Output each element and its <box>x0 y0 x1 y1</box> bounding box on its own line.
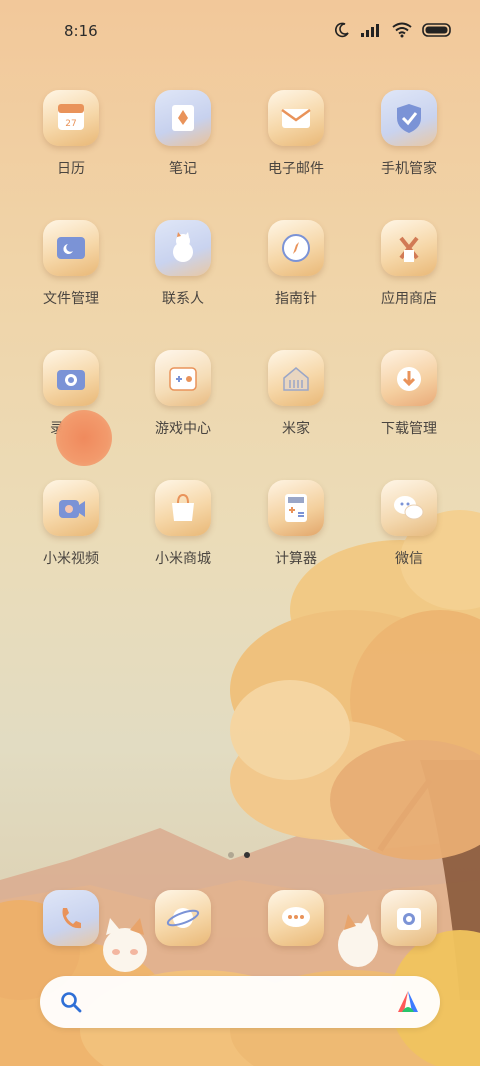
gamepad-icon <box>155 350 211 406</box>
app-label: 指南针 <box>275 291 317 307</box>
app-calculator[interactable]: 计算器 <box>246 480 346 568</box>
compass-icon <box>268 220 324 276</box>
dock-camera[interactable] <box>359 890 459 946</box>
notes-icon <box>155 90 211 146</box>
home-icon <box>268 350 324 406</box>
phone-icon <box>43 890 99 946</box>
svg-text:27: 27 <box>65 119 76 129</box>
dock-browser[interactable] <box>133 890 233 946</box>
app-label: 手机管家 <box>381 161 437 177</box>
app-security[interactable]: 手机管家 <box>359 90 459 178</box>
app-label: 米家 <box>282 421 310 437</box>
status-bar: 8:16 <box>0 0 480 62</box>
dock-phone[interactable] <box>21 890 121 946</box>
browser-icon <box>155 890 211 946</box>
app-label: 日历 <box>57 161 85 177</box>
chat-bubbles-icon <box>381 480 437 536</box>
app-files[interactable]: 文件管理 <box>21 220 121 308</box>
moon-icon <box>335 22 349 38</box>
search-icon <box>61 992 82 1013</box>
messages-icon <box>268 890 324 946</box>
camera-icon <box>381 890 437 946</box>
assistant-icon[interactable] <box>394 988 422 1016</box>
app-downloads[interactable]: 下载管理 <box>359 350 459 438</box>
folder-icon <box>43 220 99 276</box>
wifi-icon <box>392 22 412 38</box>
app-wechat[interactable]: 微信 <box>359 480 459 568</box>
signal-icon <box>361 24 379 37</box>
app-label: 下载管理 <box>381 421 437 437</box>
app-mi-store[interactable]: 小米商城 <box>133 480 233 568</box>
search-bar[interactable] <box>40 976 440 1028</box>
app-label: 文件管理 <box>43 291 99 307</box>
calendar-icon: 27 <box>43 90 99 146</box>
app-label: 笔记 <box>169 161 197 177</box>
email-icon <box>268 90 324 146</box>
page-dot-active[interactable] <box>244 852 250 858</box>
page-indicator[interactable] <box>228 852 250 858</box>
calculator-icon <box>268 480 324 536</box>
app-notes[interactable]: 笔记 <box>133 90 233 178</box>
page-dot[interactable] <box>228 852 234 858</box>
app-label: 小米视频 <box>43 551 99 567</box>
status-time: 8:16 <box>64 22 98 40</box>
app-label: 电子邮件 <box>268 161 324 177</box>
app-label: 计算器 <box>275 551 317 567</box>
camera-recorder-icon <box>43 350 99 406</box>
app-mijia[interactable]: 米家 <box>246 350 346 438</box>
app-compass[interactable]: 指南针 <box>246 220 346 308</box>
dock-messages[interactable] <box>246 890 346 946</box>
app-label: 微信 <box>395 551 423 567</box>
shield-icon <box>381 90 437 146</box>
app-game-center[interactable]: 游戏中心 <box>133 350 233 438</box>
video-icon <box>43 480 99 536</box>
battery-icon <box>422 23 451 37</box>
touch-indicator <box>56 410 112 466</box>
app-calendar[interactable]: 27 日历 <box>21 90 121 178</box>
download-icon <box>381 350 437 406</box>
contacts-icon <box>155 220 211 276</box>
app-label: 游戏中心 <box>155 421 211 437</box>
windmill-icon <box>381 220 437 276</box>
app-store[interactable]: 应用商店 <box>359 220 459 308</box>
shopping-bag-icon <box>155 480 211 536</box>
app-contacts[interactable]: 联系人 <box>133 220 233 308</box>
app-mi-video[interactable]: 小米视频 <box>21 480 121 568</box>
app-label: 联系人 <box>162 291 204 307</box>
app-email[interactable]: 电子邮件 <box>246 90 346 178</box>
app-label: 小米商城 <box>155 551 211 567</box>
app-label: 应用商店 <box>381 291 437 307</box>
